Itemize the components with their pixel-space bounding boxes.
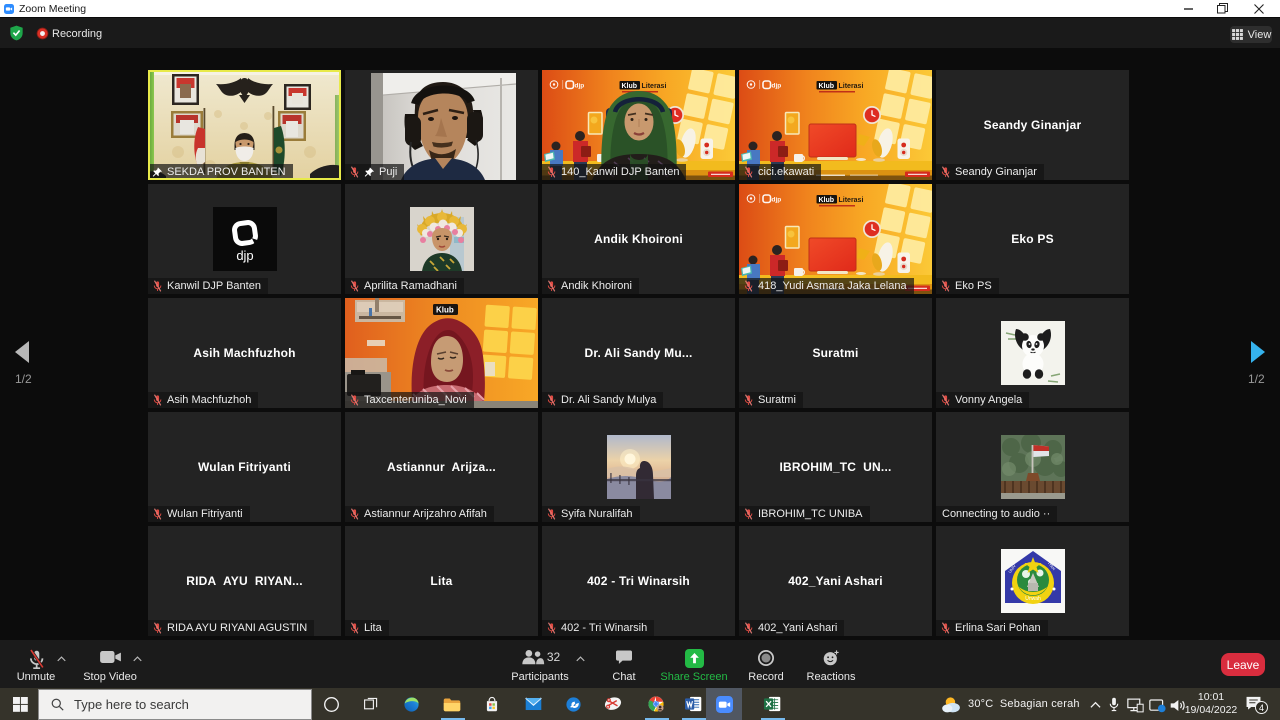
svg-text:Unwah: Unwah xyxy=(1025,596,1041,602)
svg-text:djp: djp xyxy=(236,248,253,263)
svg-text:Klub: Klub xyxy=(436,306,454,315)
